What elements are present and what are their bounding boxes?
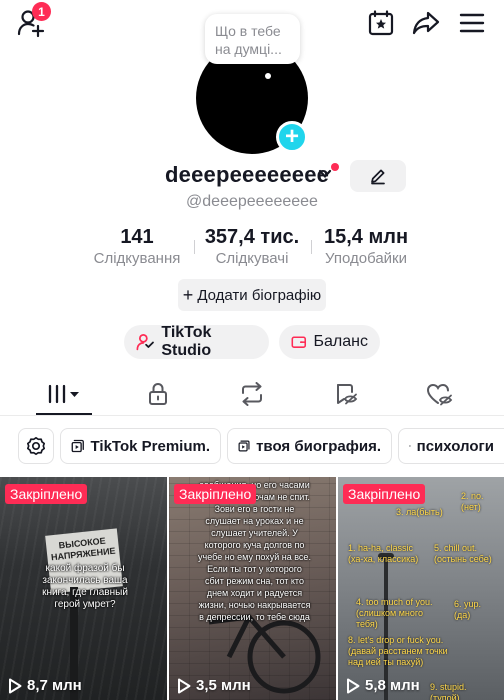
- calendar-star-icon: [368, 10, 394, 36]
- playlist-chip-label: TikTok Premium.: [90, 437, 210, 455]
- profile-handle: @deeepeeeeeeee: [186, 193, 318, 210]
- pencil-icon: [371, 169, 385, 185]
- stat-following-value: 141: [120, 226, 154, 248]
- active-tab-indicator: [36, 413, 92, 415]
- menu-icon: [459, 13, 485, 33]
- video-grid: ВЫСОКОЕ НАПРЯЖЕНИЕ какой фразой бы закон…: [0, 477, 504, 700]
- stat-followers[interactable]: 357,4 тис. Слідкувачі: [198, 226, 306, 267]
- video-thumbnail[interactable]: 3. ла(быть) 2. no. (нет) 1. ha-ha, class…: [338, 477, 504, 700]
- playlist-settings-chip[interactable]: [18, 428, 54, 464]
- calendar-star-button[interactable]: [366, 8, 396, 38]
- view-count: 5,8 млн: [346, 677, 420, 694]
- playlist-chip[interactable]: твоя биография.: [227, 428, 392, 464]
- view-count-value: 8,7 млн: [27, 677, 82, 694]
- profile-tabs: [0, 372, 504, 416]
- wallet-icon: [291, 336, 307, 348]
- playlist-chip-label: психологи: [416, 437, 494, 455]
- edit-profile-button[interactable]: [350, 160, 406, 192]
- list-item: 8. let's drop or fuck you. (давай расста…: [348, 635, 448, 667]
- notification-badge: 1: [32, 2, 51, 21]
- menu-button[interactable]: [456, 8, 488, 38]
- stat-following[interactable]: 141 Слідкування: [88, 226, 186, 267]
- playlist-icon: [238, 440, 250, 452]
- stat-divider: [311, 240, 312, 254]
- video-caption: какой фразой бы закончилась ваша книга, …: [42, 563, 128, 610]
- view-count-value: 5,8 млн: [365, 677, 420, 694]
- list-item: 2. no. (нет): [461, 491, 484, 512]
- studio-user-icon: [136, 333, 154, 351]
- share-icon: [412, 11, 440, 35]
- add-bio-label: Додати біографію: [197, 286, 322, 304]
- stat-followers-value: 357,4 тис.: [204, 226, 300, 248]
- stat-likes-value: 15,4 млн: [323, 226, 409, 248]
- stat-following-label: Слідкування: [93, 250, 181, 267]
- tiktok-studio-label: TikTok Studio: [161, 324, 212, 359]
- playlist-chip-label: твоя биография.: [256, 437, 381, 455]
- view-count: 8,7 млн: [8, 677, 82, 694]
- add-story-button[interactable]: +: [276, 121, 308, 153]
- tab-private[interactable]: [130, 372, 186, 416]
- list-item: 6. yup. (да): [454, 599, 482, 620]
- play-icon: [178, 678, 191, 693]
- plus-icon: +: [284, 123, 299, 150]
- list-item: 9. stupid. (тупой): [430, 682, 467, 700]
- tab-videos[interactable]: [36, 372, 92, 416]
- playlist-chip[interactable]: психологи: [398, 428, 504, 464]
- playlist-chip[interactable]: TikTok Premium.: [60, 428, 221, 464]
- stat-likes-label: Уподобайки: [325, 250, 407, 267]
- list-item: 4. too much of you. (слишком много тебя): [356, 597, 433, 629]
- username-row: deeepeeeeeeee: [0, 160, 504, 192]
- add-bio-button[interactable]: + Додати біографію: [178, 279, 326, 311]
- gear-icon: [26, 436, 46, 456]
- chevron-down-icon[interactable]: [318, 168, 332, 180]
- list-item: 1. ha-ha, classic (ха-ха, классика): [348, 543, 419, 564]
- account-alert-dot: [331, 163, 339, 171]
- plus-icon: +: [182, 285, 194, 305]
- lock-icon: [149, 382, 167, 405]
- username[interactable]: deeepeeeeeeee: [165, 162, 329, 188]
- pinned-badge: Закріплено: [5, 484, 88, 504]
- play-icon: [347, 678, 360, 693]
- video-thumbnail[interactable]: сообщения, но его часами игнорят. По ноч…: [169, 477, 336, 700]
- tab-liked[interactable]: [412, 372, 468, 416]
- warning-sign-text: ВЫСОКОЕ НАПРЯЖЕНИЕ: [50, 535, 116, 563]
- tab-reposts[interactable]: [224, 372, 280, 416]
- list-item: 5. chill out. (остынь себе): [434, 543, 492, 564]
- view-count-value: 3,5 млн: [196, 677, 251, 694]
- playlist-chips: TikTok Premium. твоя биография. психолог…: [0, 428, 504, 464]
- share-profile-button[interactable]: [410, 8, 442, 38]
- balance-button[interactable]: Баланс: [279, 325, 380, 359]
- grid-icon: [48, 384, 79, 404]
- stat-divider: [194, 240, 195, 254]
- thought-bubble-tail: [265, 73, 271, 79]
- balance-label: Баланс: [313, 333, 368, 350]
- bookmark-hidden-icon: [337, 384, 358, 405]
- stat-followers-label: Слідкувачі: [215, 250, 289, 267]
- thought-bubble[interactable]: Що в тебе на думці...: [205, 14, 300, 64]
- play-icon: [9, 678, 22, 693]
- pinned-badge: Закріплено: [343, 484, 426, 504]
- stat-likes[interactable]: 15,4 млн Уподобайки: [316, 226, 416, 267]
- video-thumbnail[interactable]: ВЫСОКОЕ НАПРЯЖЕНИЕ какой фразой бы закон…: [0, 477, 167, 700]
- playlist-icon: [71, 439, 84, 453]
- repost-icon: [242, 382, 262, 406]
- heart-hidden-icon: [426, 383, 453, 406]
- pinned-badge: Закріплено: [174, 484, 257, 504]
- view-count: 3,5 млн: [177, 677, 251, 694]
- tiktok-studio-button[interactable]: TikTok Studio: [124, 324, 269, 359]
- tab-favorites[interactable]: [318, 372, 374, 416]
- list-item: 3. ла(быть): [396, 507, 443, 517]
- playlist-icon: [409, 445, 411, 447]
